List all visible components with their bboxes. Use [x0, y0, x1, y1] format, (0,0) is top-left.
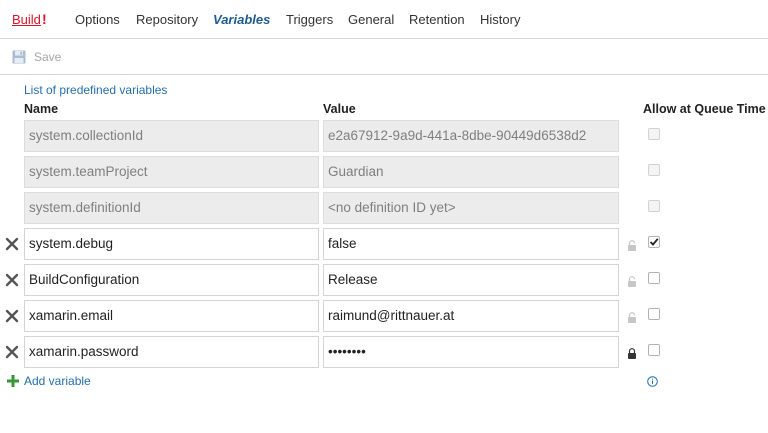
allow-queue-checkbox[interactable]: [648, 236, 660, 248]
allow-queue-checkbox: [648, 200, 660, 212]
save-button[interactable]: Save: [12, 49, 61, 65]
tab-build[interactable]: Build !: [12, 11, 47, 27]
column-header-value: Value: [323, 102, 356, 116]
variable-value-input[interactable]: ••••••••: [323, 336, 619, 368]
allow-queue-checkbox[interactable]: [648, 272, 660, 284]
info-icon[interactable]: [647, 376, 658, 387]
tab-variables[interactable]: Variables: [213, 12, 270, 27]
variable-name-input: system.collectionId: [24, 120, 319, 152]
floppy-disk-icon: [12, 50, 26, 64]
variable-row: system.debug false: [0, 228, 768, 262]
allow-queue-checkbox[interactable]: [648, 308, 660, 320]
variable-name-input: system.definitionId: [24, 192, 319, 224]
variable-row: BuildConfiguration Release: [0, 264, 768, 298]
variable-name-input[interactable]: xamarin.email: [24, 300, 319, 332]
variable-value-input[interactable]: false: [323, 228, 619, 260]
save-label: Save: [34, 50, 62, 64]
tab-triggers[interactable]: Triggers: [286, 12, 333, 27]
variable-name-input[interactable]: system.debug: [24, 228, 319, 260]
variable-value-input[interactable]: raimund@rittnauer.at: [323, 300, 619, 332]
variable-row: system.collectionId e2a67912-9a9d-441a-8…: [0, 120, 768, 154]
tab-options[interactable]: Options: [75, 12, 120, 27]
variable-name-input: system.teamProject: [24, 156, 319, 188]
tab-build-label: Build: [12, 12, 41, 27]
unlocked-secret-icon[interactable]: [627, 276, 637, 287]
allow-queue-checkbox: [648, 164, 660, 176]
tab-history[interactable]: History: [480, 12, 520, 27]
tab-retention[interactable]: Retention: [409, 12, 465, 27]
add-variable-button[interactable]: Add variable: [6, 374, 91, 388]
checkmark-icon: [649, 238, 659, 246]
tab-bar: Build ! Options Repository Variables Tri…: [0, 0, 768, 39]
locked-secret-icon[interactable]: [627, 348, 637, 359]
variable-value-input: Guardian: [323, 156, 619, 188]
toolbar: Save: [0, 38, 768, 75]
tab-general[interactable]: General: [348, 12, 394, 27]
plus-icon: [7, 375, 19, 387]
delete-variable-icon[interactable]: [4, 344, 20, 360]
error-badge-icon: !: [42, 11, 47, 27]
variable-name-input[interactable]: BuildConfiguration: [24, 264, 319, 296]
variable-value-input[interactable]: Release: [323, 264, 619, 296]
allow-queue-checkbox[interactable]: [648, 344, 660, 356]
variable-value-input: <no definition ID yet>: [323, 192, 619, 224]
variable-value-input: e2a67912-9a9d-441a-8dbe-90449d6538d2: [323, 120, 619, 152]
predefined-variables-link[interactable]: List of predefined variables: [24, 83, 167, 97]
unlocked-secret-icon[interactable]: [627, 312, 637, 323]
tab-repository[interactable]: Repository: [136, 12, 198, 27]
column-header-name: Name: [24, 102, 59, 116]
variable-row: xamarin.password ••••••••: [0, 336, 768, 370]
delete-variable-icon[interactable]: [4, 272, 20, 288]
add-variable-label: Add variable: [24, 374, 91, 388]
delete-variable-icon[interactable]: [4, 236, 20, 252]
column-header-allow-queue: Allow at Queue Time: [643, 102, 766, 116]
variable-row: system.definitionId <no definition ID ye…: [0, 192, 768, 226]
unlocked-secret-icon[interactable]: [627, 240, 637, 251]
allow-queue-checkbox: [648, 128, 660, 140]
variable-row: xamarin.email raimund@rittnauer.at: [0, 300, 768, 334]
variable-name-input[interactable]: xamarin.password: [24, 336, 319, 368]
variable-row: system.teamProject Guardian: [0, 156, 768, 190]
delete-variable-icon[interactable]: [4, 308, 20, 324]
